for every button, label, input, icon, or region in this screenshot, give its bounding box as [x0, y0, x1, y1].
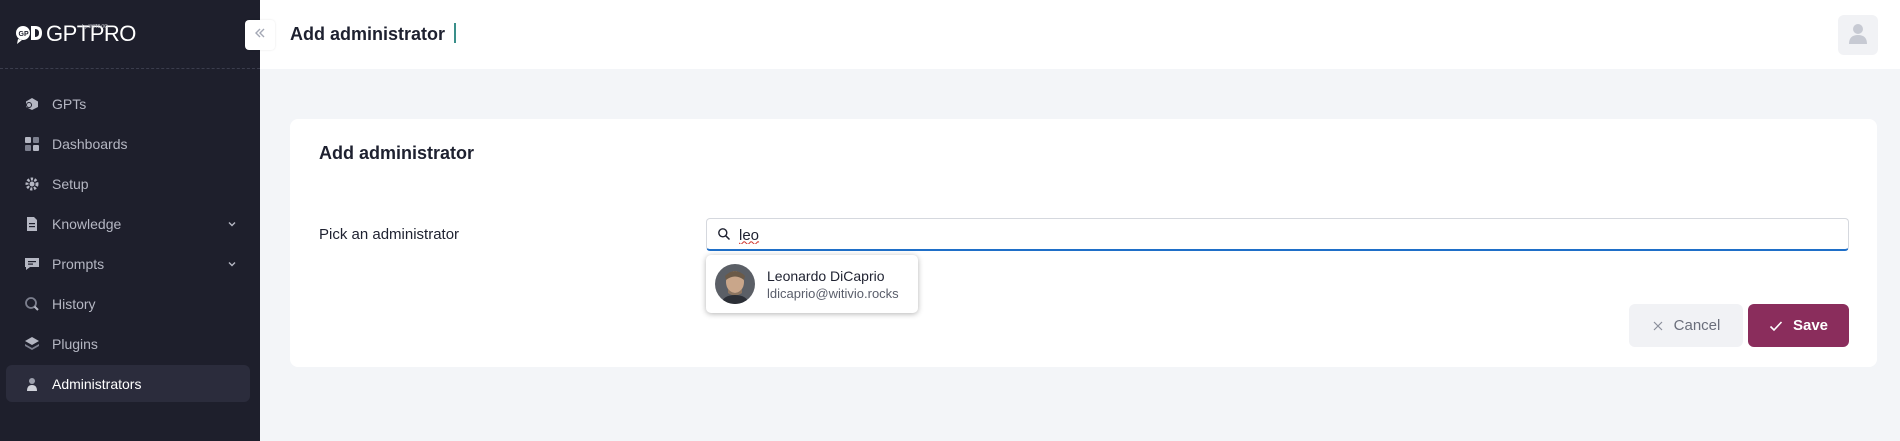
brand-tagline: by WITIVIO — [82, 24, 108, 30]
gpts-icon — [24, 96, 40, 112]
page-header: Add administrator — [260, 0, 1900, 69]
avatar-icon — [1846, 21, 1870, 50]
administrator-field-label: Pick an administrator — [319, 226, 460, 243]
sidebar-item-setup[interactable]: Setup — [6, 165, 250, 202]
save-label: Save — [1792, 317, 1829, 334]
administrator-search-box[interactable] — [706, 218, 1849, 251]
card-title: Add administrator — [319, 143, 475, 163]
avatar — [715, 264, 755, 304]
sidebar-item-label: GPTs — [52, 95, 87, 112]
sidebar-item-administrators[interactable]: Administrators — [6, 365, 250, 402]
sidebar-item-knowledge[interactable]: Knowledge — [6, 205, 250, 242]
sidebar-item-gpts[interactable]: GPTs — [6, 85, 250, 122]
sidebar-item-label: Plugins — [52, 335, 98, 352]
brand-logo[interactable]: GP GPTPRO — [14, 20, 136, 48]
cancel-label: Cancel — [1673, 317, 1721, 334]
sidebar-item-history[interactable]: History — [6, 285, 250, 322]
sidebar-item-label: Setup — [52, 175, 89, 192]
sidebar-item-label: Knowledge — [52, 215, 122, 232]
sidebar-item-label: History — [52, 295, 96, 312]
add-administrator-card: Add administrator Pick an administrator … — [290, 119, 1877, 367]
layers-icon — [24, 336, 40, 352]
user-menu-button[interactable] — [1838, 15, 1878, 55]
double-chevron-left-icon — [253, 26, 267, 45]
chevron-down-icon[interactable] — [226, 257, 238, 269]
dashboard-icon — [24, 136, 40, 152]
logo-icon: GP — [14, 23, 44, 45]
collapse-sidebar-button[interactable] — [245, 20, 275, 50]
suggestion-dropdown: Leonardo DiCaprio ldicaprio@witivio.rock… — [706, 255, 918, 313]
gear-icon — [24, 176, 40, 192]
document-icon — [24, 216, 40, 232]
svg-text:GP: GP — [19, 31, 29, 38]
chevron-down-icon[interactable] — [226, 217, 238, 229]
sidebar: GP GPTPRO by WITIVIO GPTs Dashboards Set… — [0, 0, 260, 441]
sidebar-item-prompts[interactable]: Prompts — [6, 245, 250, 282]
user-icon — [24, 376, 40, 392]
chat-icon — [24, 256, 40, 272]
option-name: Leonardo DiCaprio — [767, 268, 885, 284]
search-icon — [717, 227, 731, 241]
sidebar-divider — [0, 68, 260, 69]
save-button[interactable]: Save — [1748, 304, 1849, 347]
sidebar-item-label: Dashboards — [52, 135, 128, 152]
check-icon — [1769, 320, 1783, 332]
sidebar-item-dashboards[interactable]: Dashboards — [6, 125, 250, 162]
title-divider — [454, 23, 456, 43]
page-title: Add administrator — [290, 24, 446, 44]
administrator-search-input[interactable] — [739, 222, 1829, 248]
cancel-button[interactable]: Cancel — [1629, 304, 1743, 347]
option-email: ldicaprio@witivio.rocks — [767, 286, 899, 301]
sidebar-item-plugins[interactable]: Plugins — [6, 325, 250, 362]
sidebar-item-label: Prompts — [52, 255, 105, 272]
sidebar-nav: GPTs Dashboards Setup Knowledge Prompts … — [6, 85, 250, 405]
history-search-icon — [24, 296, 40, 312]
close-icon — [1652, 320, 1664, 332]
sidebar-item-label: Administrators — [52, 375, 142, 392]
